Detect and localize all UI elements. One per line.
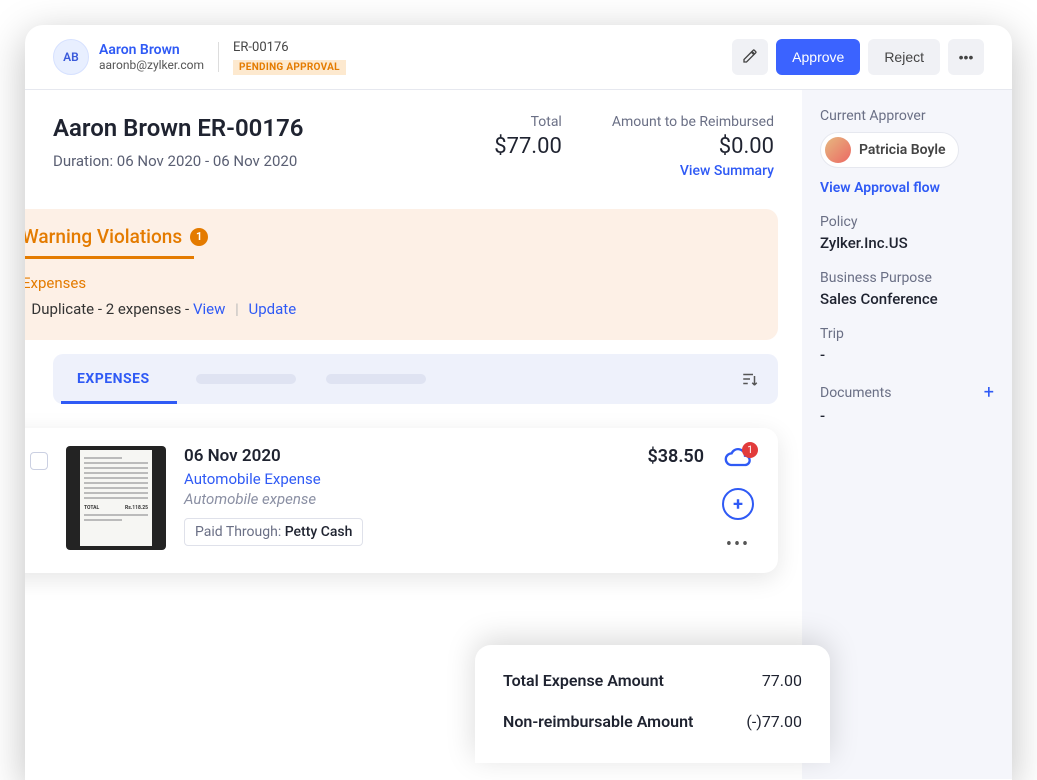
expense-card[interactable]: TOTALRs.118.25 06 Nov 2020 Automobile Ex… — [25, 428, 778, 573]
side-panel: Current Approver Patricia Boyle View App… — [802, 90, 1012, 779]
expense-more-button[interactable]: ••• — [726, 534, 750, 555]
popup-value: 77.00 — [762, 671, 802, 690]
purpose-label: Business Purpose — [820, 270, 994, 286]
total-label: Total — [494, 114, 562, 130]
popup-row: Non-reimbursable Amount (-)77.00 — [503, 712, 802, 731]
trip-label: Trip — [820, 326, 994, 342]
trip-value: - — [820, 346, 994, 364]
total-value: $77.00 — [494, 134, 562, 159]
expense-category[interactable]: Automobile Expense — [184, 470, 606, 488]
violation-count-badge: 1 — [742, 442, 758, 458]
add-action-button[interactable]: + — [722, 488, 754, 520]
user-avatar[interactable]: AB — [53, 39, 89, 75]
approver-label: Current Approver — [820, 108, 994, 124]
approver-avatar — [825, 137, 851, 163]
approver-chip[interactable]: Patricia Boyle — [820, 132, 959, 168]
popup-value: (-)77.00 — [746, 712, 802, 731]
reject-button[interactable]: Reject — [868, 39, 940, 75]
report-id: ER-00176 — [233, 40, 346, 55]
violation-icon[interactable]: 1 — [724, 446, 752, 474]
tab-placeholder — [196, 374, 296, 384]
report-block: ER-00176 PENDING APPROVAL — [233, 40, 346, 75]
policy-value: Zylker.Inc.US — [820, 234, 994, 252]
warning-panel: Warning Violations 1 Expenses | Duplicat… — [25, 209, 778, 340]
pencil-icon — [742, 48, 758, 67]
expense-details: 06 Nov 2020 Automobile Expense Automobil… — [184, 446, 606, 546]
header: AB Aaron Brown aaronb@zylker.com ER-0017… — [25, 25, 1012, 90]
approver-name: Patricia Boyle — [859, 142, 946, 158]
documents-value: - — [820, 407, 994, 425]
page-title: Aaron Brown ER-00176 — [53, 114, 494, 142]
user-block: Aaron Brown aaronb@zylker.com — [99, 42, 204, 72]
user-name[interactable]: Aaron Brown — [99, 42, 204, 58]
expense-date: 06 Nov 2020 — [184, 446, 606, 466]
documents-label: Documents — [820, 385, 891, 401]
expense-actions: 1 + ••• — [722, 446, 754, 555]
popup-row: Total Expense Amount 77.00 — [503, 671, 802, 690]
paid-through-chip: Paid Through: Petty Cash — [184, 518, 363, 546]
sort-icon — [741, 370, 759, 388]
warning-section: Expenses — [25, 274, 756, 292]
reimbursed-value: $0.00 — [612, 134, 774, 159]
add-document-button[interactable]: + — [984, 382, 994, 403]
status-badge: PENDING APPROVAL — [233, 60, 346, 75]
warning-update-link[interactable]: Update — [249, 300, 297, 318]
view-summary-link[interactable]: View Summary — [680, 163, 774, 179]
more-button[interactable]: ••• — [948, 39, 984, 75]
purpose-value: Sales Conference — [820, 290, 994, 308]
sort-button[interactable] — [730, 359, 770, 399]
duration: Duration: 06 Nov 2020 - 06 Nov 2020 — [53, 152, 494, 170]
popup-label: Non-reimbursable Amount — [503, 712, 693, 731]
receipt-thumbnail[interactable]: TOTALRs.118.25 — [66, 446, 166, 550]
tab-placeholder — [326, 374, 426, 384]
plus-icon: + — [733, 494, 743, 515]
edit-button[interactable] — [732, 39, 768, 75]
popup-label: Total Expense Amount — [503, 671, 664, 690]
tab-expenses[interactable]: EXPENSES — [61, 354, 166, 404]
report-summary: Aaron Brown ER-00176 Duration: 06 Nov 20… — [25, 90, 802, 199]
warning-title: Warning Violations 1 — [25, 225, 756, 258]
approval-flow-link[interactable]: View Approval flow — [820, 180, 940, 196]
policy-label: Policy — [820, 214, 994, 230]
divider — [218, 42, 219, 72]
warning-count-badge: 1 — [190, 228, 208, 246]
tabs: EXPENSES — [53, 354, 778, 404]
approve-button[interactable]: Approve — [776, 39, 860, 75]
reimbursed-label: Amount to be Reimbursed — [612, 114, 774, 130]
summary-popup: Total Expense Amount 77.00 Non-reimbursa… — [475, 645, 830, 763]
user-email: aaronb@zylker.com — [99, 58, 204, 72]
expense-description: Automobile expense — [184, 490, 606, 508]
expense-checkbox[interactable] — [30, 452, 48, 470]
dots-icon: ••• — [959, 49, 974, 65]
warning-view-link[interactable]: View — [193, 300, 225, 318]
warning-line: | Duplicate - 2 expenses - View | Update — [25, 300, 756, 318]
header-actions: Approve Reject ••• — [732, 39, 984, 75]
expense-amount: $38.50 — [624, 446, 704, 467]
